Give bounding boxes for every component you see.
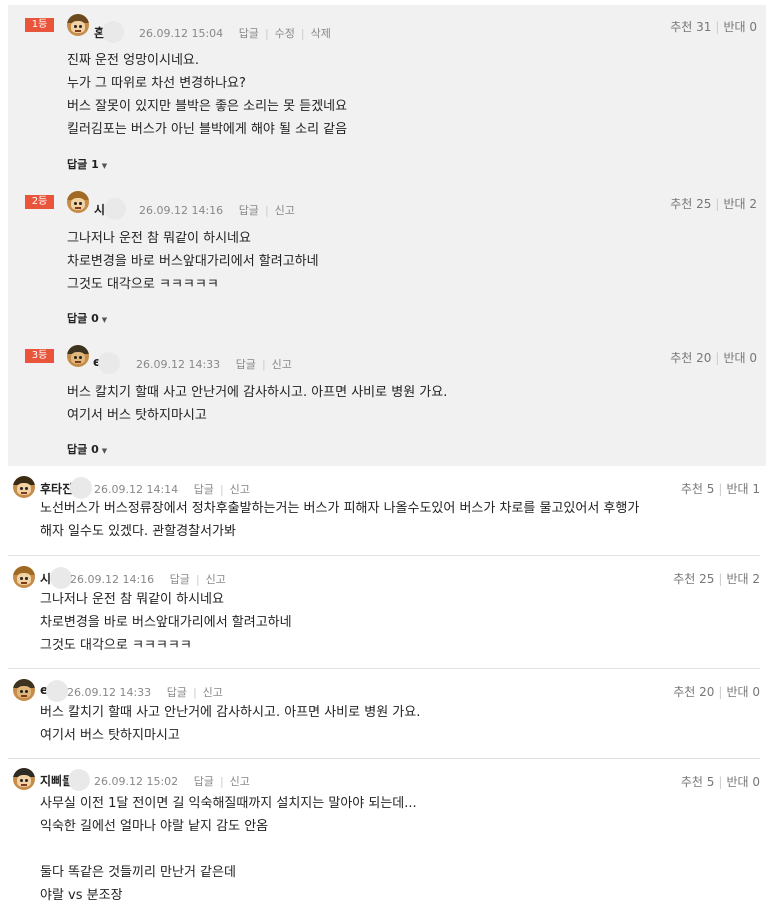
reply-link[interactable]: 답글 xyxy=(239,204,259,217)
author-nickname[interactable]: 후타진 xyxy=(40,480,73,497)
recommend-button[interactable]: 추천 31 xyxy=(670,20,711,34)
rank-badge: 1등 xyxy=(25,18,54,32)
nickname-blur xyxy=(50,567,72,589)
comment-body: 버스 칼치기 할때 사고 안난거에 감사하시고. 아프면 사비로 병원 가요. … xyxy=(40,705,421,743)
vote-counts: 추천 31 | 반대 0 xyxy=(670,20,757,34)
oppose-button[interactable]: 반대 0 xyxy=(726,685,760,699)
comment-body: 그나저나 운전 참 뭐같이 하시네요 차로변경을 바로 버스앞대가리에서 할려고… xyxy=(40,592,292,653)
comment-meta: 26.09.12 15:02 답글 | 신고 xyxy=(94,775,250,788)
comment-body: 그나저나 운전 참 뭐같이 하시네요 차로변경을 바로 버스앞대가리에서 할려고… xyxy=(67,231,319,292)
comment-date: 26.09.12 15:02 xyxy=(94,775,179,788)
report-link[interactable]: 신고 xyxy=(206,573,226,586)
reply-link[interactable]: 답글 xyxy=(167,686,187,699)
reply-link[interactable]: 답글 xyxy=(170,573,190,586)
oppose-button[interactable]: 반대 2 xyxy=(726,572,760,586)
divider xyxy=(8,555,760,556)
comment-body: 사무실 이전 1달 전이면 길 익숙해질때까지 설치지는 말아야 되는데... … xyxy=(40,796,417,903)
vote-counts: 추천 20 | 반대 0 xyxy=(673,685,760,699)
comment-meta: 26.09.12 14:16 답글 | 신고 xyxy=(70,573,226,586)
nickname-blur xyxy=(46,680,68,702)
caret-down-icon: ▼ xyxy=(101,316,108,324)
vote-counts: 추천 5 | 반대 1 xyxy=(680,482,760,496)
avatar[interactable] xyxy=(67,345,89,367)
report-link[interactable]: 신고 xyxy=(275,204,295,217)
report-link[interactable]: 신고 xyxy=(230,483,250,496)
reply-toggle[interactable]: 답글 0 ▼ xyxy=(67,310,107,326)
oppose-button[interactable]: 반대 0 xyxy=(723,351,757,365)
divider xyxy=(8,758,760,759)
vote-counts: 추천 20 | 반대 0 xyxy=(670,351,757,365)
comment-body: 노선버스가 버스정류장에서 정차후출발하는거는 버스가 피해자 나올수도있어 버… xyxy=(40,501,640,539)
avatar[interactable] xyxy=(13,476,35,498)
reply-toggle[interactable]: 답글 1 ▼ xyxy=(67,156,107,172)
nickname-blur xyxy=(70,477,92,499)
oppose-button[interactable]: 반대 0 xyxy=(723,20,757,34)
delete-link[interactable]: 삭제 xyxy=(311,27,331,40)
comment-date: 26.09.12 14:33 xyxy=(67,686,152,699)
avatar[interactable] xyxy=(67,14,89,36)
comment-body: 진짜 운전 엉망이시네요. 누가 그 따위로 차선 변경하나요? 버스 잘못이 … xyxy=(67,53,348,137)
comment-date: 26.09.12 14:14 xyxy=(94,483,179,496)
nickname-blur xyxy=(98,352,120,374)
avatar[interactable] xyxy=(13,566,35,588)
report-link[interactable]: 신고 xyxy=(203,686,223,699)
comment-meta: 26.09.12 14:33 답글 | 신고 xyxy=(67,686,223,699)
comment-meta: 26.09.12 14:33 답글 | 신고 xyxy=(136,358,292,371)
avatar[interactable] xyxy=(13,679,35,701)
reply-link[interactable]: 답글 xyxy=(239,27,259,40)
report-link[interactable]: 신고 xyxy=(230,775,250,788)
reply-toggle[interactable]: 답글 0 ▼ xyxy=(67,441,107,457)
vote-counts: 추천 25 | 반대 2 xyxy=(670,197,757,211)
avatar[interactable] xyxy=(67,191,89,213)
comment-meta: 26.09.12 14:16 답글 | 신고 xyxy=(139,204,295,217)
caret-down-icon: ▼ xyxy=(101,162,108,170)
reply-link[interactable]: 답글 xyxy=(194,483,214,496)
comment-date: 26.09.12 14:33 xyxy=(136,358,221,371)
nickname-blur xyxy=(68,769,90,791)
nickname-blur xyxy=(102,21,124,43)
report-link[interactable]: 신고 xyxy=(272,358,292,371)
recommend-button[interactable]: 추천 20 xyxy=(670,351,711,365)
recommend-button[interactable]: 추천 25 xyxy=(670,197,711,211)
vote-counts: 추천 25 | 반대 2 xyxy=(673,572,760,586)
comment-date: 26.09.12 15:04 xyxy=(139,27,224,40)
divider xyxy=(8,668,760,669)
avatar[interactable] xyxy=(13,768,35,790)
recommend-button[interactable]: 추천 5 xyxy=(681,482,715,496)
recommend-button[interactable]: 추천 20 xyxy=(673,685,714,699)
oppose-button[interactable]: 반대 2 xyxy=(723,197,757,211)
vote-counts: 추천 5 | 반대 0 xyxy=(680,775,760,789)
caret-down-icon: ▼ xyxy=(101,447,108,455)
comment-meta: 26.09.12 15:04 답글 | 수정 | 삭제 xyxy=(139,27,331,40)
rank-badge: 2등 xyxy=(25,195,54,209)
rank-badge: 3등 xyxy=(25,349,54,363)
oppose-button[interactable]: 반대 1 xyxy=(726,482,760,496)
oppose-button[interactable]: 반대 0 xyxy=(726,775,760,789)
comment-date: 26.09.12 14:16 xyxy=(70,573,155,586)
recommend-button[interactable]: 추천 25 xyxy=(673,572,714,586)
comment-meta: 26.09.12 14:14 답글 | 신고 xyxy=(94,483,250,496)
recommend-button[interactable]: 추천 5 xyxy=(681,775,715,789)
comment-date: 26.09.12 14:16 xyxy=(139,204,224,217)
nickname-blur xyxy=(104,198,126,220)
reply-link[interactable]: 답글 xyxy=(236,358,256,371)
comment-body: 버스 칼치기 할때 사고 안난거에 감사하시고. 아프면 사비로 병원 가요. … xyxy=(67,385,448,423)
edit-link[interactable]: 수정 xyxy=(275,27,295,40)
reply-link[interactable]: 답글 xyxy=(194,775,214,788)
